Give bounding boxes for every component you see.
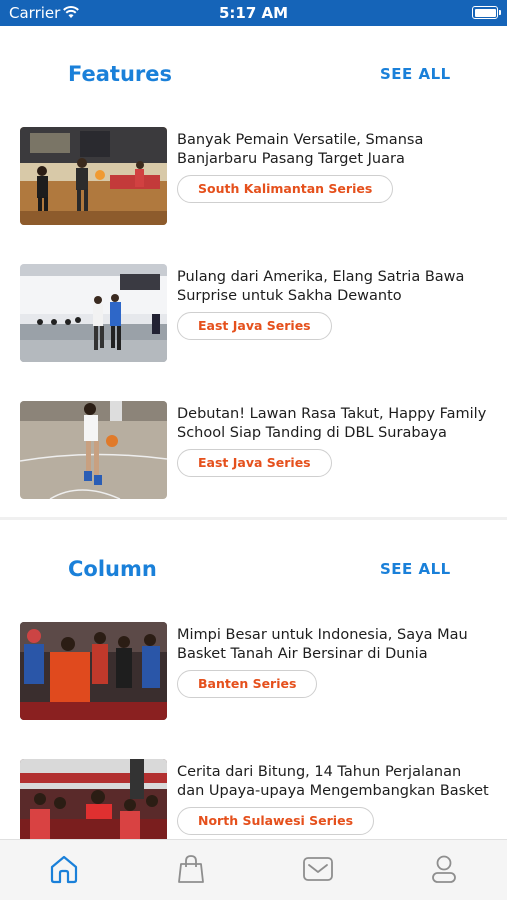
article-thumbnail [20,622,167,720]
article-headline: Cerita dari Bitung, 14 Tahun Perjalanan … [177,764,489,799]
section-title: Features [68,62,172,86]
article-card[interactable]: Pulang dari Amerika, Elang Satria Bawa S… [20,264,490,364]
section-title: Column [68,557,157,581]
tab-profile[interactable] [424,853,464,891]
article-headline: Banyak Pemain Versatile, Smansa Banjarba… [177,132,424,167]
see-all-button[interactable]: SEE ALL [380,65,451,83]
article-card[interactable]: Banyak Pemain Versatile, Smansa Banjarba… [20,127,490,227]
column-section-header: Column SEE ALL [0,551,507,591]
series-tag[interactable]: South Kalimantan Series [177,175,394,203]
series-tag[interactable]: East Java Series [177,449,332,477]
section-divider [0,517,507,520]
tab-home[interactable] [44,853,84,891]
article-thumbnail [20,264,167,362]
article-card[interactable]: Mimpi Besar untuk Indonesia, Saya Mau Ba… [20,622,490,722]
tab-bar [0,839,507,900]
home-icon [50,855,78,884]
article-thumbnail [20,401,167,499]
article-headline: Pulang dari Amerika, Elang Satria Bawa S… [177,269,465,304]
series-tag[interactable]: Banten Series [177,670,318,698]
article-headline: Debutan! Lawan Rasa Takut, Happy Family … [177,406,487,441]
features-section-header: Features SEE ALL [0,56,507,96]
battery-icon [472,6,501,19]
status-bar: Carrier 5:17 AM [0,0,507,26]
tab-shop[interactable] [171,853,211,891]
article-thumbnail [20,127,167,225]
profile-icon [432,855,456,883]
shopping-bag-icon [178,855,204,883]
clock: 5:17 AM [218,4,289,22]
series-tag[interactable]: East Java Series [177,312,332,340]
mail-icon [303,857,333,881]
see-all-button[interactable]: SEE ALL [380,560,451,578]
tab-inbox[interactable] [298,853,338,891]
article-card[interactable]: Debutan! Lawan Rasa Takut, Happy Family … [20,401,490,501]
series-tag[interactable]: North Sulawesi Series [177,807,375,835]
article-headline: Mimpi Besar untuk Indonesia, Saya Mau Ba… [177,627,468,662]
